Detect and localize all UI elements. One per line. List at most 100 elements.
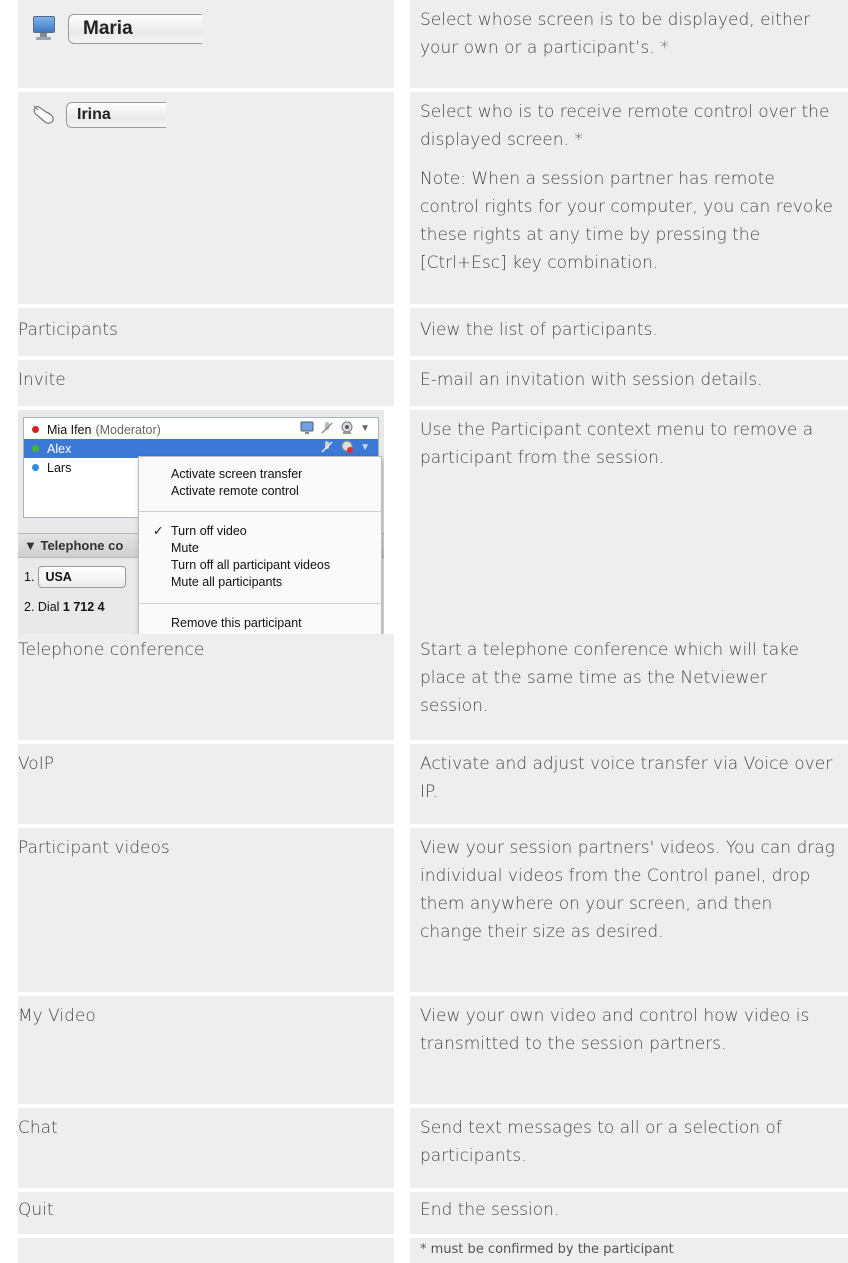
- cell-footnote-empty: [18, 1238, 394, 1263]
- participant-context-menu: Activate screen transfer Activate remote…: [138, 456, 382, 634]
- webcam-icon: [341, 421, 353, 434]
- menu-item-turn-off-video[interactable]: Turn off video: [171, 523, 247, 540]
- participants-label: Participants: [18, 320, 118, 340]
- cell-telephone-label: Telephone conference: [18, 634, 394, 740]
- chat-description: Send text messages to all or a selection…: [420, 1118, 782, 1166]
- telephone-step-1: 1. USA: [24, 566, 127, 588]
- cell-telephone-description: Start a telephone conference which will …: [410, 634, 848, 740]
- country-select[interactable]: USA: [38, 566, 127, 588]
- invite-description: E-mail an invitation with session detail…: [420, 370, 763, 390]
- cell-control-description: Select who is to receive remote control …: [410, 92, 848, 304]
- menu-item-remove-participant[interactable]: Remove this participant: [171, 615, 302, 632]
- row-footnote: * must be confirmed by the participant: [18, 1234, 848, 1263]
- row-screen-selector: Maria Select whose screen is to be displ…: [18, 0, 848, 88]
- cell-participant-videos-description: View your session partners' videos. You …: [410, 828, 848, 992]
- control-selector-value: Irina: [77, 106, 111, 123]
- voip-label: VoIP: [18, 754, 54, 774]
- row-telephone: Telephone conference Start a telephone c…: [18, 634, 848, 740]
- step-1-label: 1.: [24, 570, 35, 584]
- mic-off-icon: [321, 441, 333, 453]
- control-selector-description: Select who is to receive remote control …: [420, 102, 830, 150]
- mic-off-icon: [321, 422, 333, 434]
- cell-chat-description: Send text messages to all or a selection…: [410, 1108, 848, 1188]
- menu-item-activate-remote[interactable]: Activate remote control: [171, 483, 299, 500]
- quit-label: Quit: [18, 1200, 54, 1220]
- screen-selector-description: Select whose screen is to be displayed, …: [420, 10, 811, 58]
- telephone-description: Start a telephone conference which will …: [420, 640, 799, 716]
- cell-screen-description: Select whose screen is to be displayed, …: [410, 0, 848, 88]
- menu-item-mute-all[interactable]: Mute all participants: [171, 574, 282, 591]
- status-dot-blue-icon: [32, 464, 39, 471]
- chevron-down-icon: ▼: [360, 422, 370, 434]
- telephone-header-label: ▼ Telephone co: [24, 538, 124, 553]
- row-quit: Quit End the session.: [18, 1188, 848, 1234]
- cell-context-menu-description: Use the Participant context menu to remo…: [410, 410, 848, 634]
- participant-videos-description: View your session partners' videos. You …: [420, 838, 835, 942]
- screen-selector[interactable]: Maria: [32, 14, 202, 44]
- cell-participant-videos-label: Participant videos: [18, 828, 394, 992]
- row-participant-videos: Participant videos View your session par…: [18, 824, 848, 992]
- row-voip: VoIP Activate and adjust voice transfer …: [18, 740, 848, 824]
- invite-label: Invite: [18, 370, 66, 390]
- cell-invite-description: E-mail an invitation with session detail…: [410, 360, 848, 406]
- status-dot-red-icon: [32, 426, 39, 433]
- screen-icon: [300, 421, 314, 434]
- cell-participants-label: Participants: [18, 308, 394, 356]
- participant-role: (Moderator): [95, 422, 161, 437]
- cell-my-video-label: My Video: [18, 996, 394, 1104]
- menu-item-activate-screen[interactable]: Activate screen transfer: [171, 466, 302, 483]
- cell-context-menu-screenshot: Mia Ifen (Moderator) ▼ Alex ▼ Lars ▼ Tel…: [18, 410, 394, 634]
- participant-panel-screenshot: Mia Ifen (Moderator) ▼ Alex ▼ Lars ▼ Tel…: [18, 410, 384, 634]
- quit-description: End the session.: [420, 1200, 560, 1220]
- participants-description: View the list of participants.: [420, 320, 658, 340]
- participant-row[interactable]: Mia Ifen (Moderator) ▼: [24, 420, 378, 439]
- cell-quit-label: Quit: [18, 1192, 394, 1234]
- context-menu-description: Use the Participant context menu to remo…: [420, 420, 814, 468]
- participant-name: Lars: [47, 460, 72, 475]
- cell-screen-selector: Maria: [18, 0, 394, 88]
- cell-my-video-description: View your own video and control how vide…: [410, 996, 848, 1104]
- participant-videos-label: Participant videos: [18, 838, 170, 858]
- row-my-video: My Video View your own video and control…: [18, 992, 848, 1104]
- cell-quit-description: End the session.: [410, 1192, 848, 1234]
- cell-invite-label: Invite: [18, 360, 394, 406]
- control-selector-dropdown[interactable]: Irina: [66, 102, 166, 128]
- cell-participants-description: View the list of participants.: [410, 308, 848, 356]
- menu-separator: [139, 511, 381, 512]
- control-selector[interactable]: Irina: [32, 102, 166, 128]
- my-video-label: My Video: [18, 1006, 96, 1026]
- footnote: * must be confirmed by the participant: [420, 1242, 674, 1257]
- chat-label: Chat: [18, 1118, 58, 1138]
- country-value: USA: [45, 570, 72, 584]
- my-video-description: View your own video and control how vide…: [420, 1006, 810, 1054]
- mouse-icon: [33, 105, 54, 124]
- screen-selector-dropdown[interactable]: Maria: [68, 14, 202, 44]
- participant-name: Alex: [47, 441, 72, 456]
- ctrl-esc-note: Note: When a session partner has remote …: [420, 169, 833, 273]
- row-invite: Invite E-mail an invitation with session…: [18, 356, 848, 406]
- dial-prefix: 2. Dial: [24, 600, 63, 614]
- row-context-menu: Mia Ifen (Moderator) ▼ Alex ▼ Lars ▼ Tel…: [18, 406, 848, 634]
- cell-chat-label: Chat: [18, 1108, 394, 1188]
- participant-name: Mia Ifen: [47, 422, 92, 437]
- menu-item-turn-off-all-videos[interactable]: Turn off all participant videos: [171, 557, 330, 574]
- cell-footnote: * must be confirmed by the participant: [410, 1238, 848, 1263]
- row-chat: Chat Send text messages to all or a sele…: [18, 1104, 848, 1188]
- telephone-step-2: 2. Dial 1 712 4: [24, 600, 105, 614]
- checkmark-icon: ✓: [153, 524, 164, 538]
- status-dot-green-icon: [32, 445, 39, 452]
- voip-description: Activate and adjust voice transfer via V…: [420, 754, 833, 802]
- menu-separator: [139, 603, 381, 604]
- telephone-label: Telephone conference: [18, 640, 205, 660]
- chevron-down-icon: ▼: [360, 441, 370, 453]
- screen-selector-value: Maria: [83, 18, 133, 39]
- dial-number: 1 712 4: [62, 600, 105, 614]
- cell-voip-label: VoIP: [18, 744, 394, 824]
- menu-item-mute[interactable]: Mute: [171, 540, 199, 557]
- row-participants: Participants View the list of participan…: [18, 304, 848, 356]
- row-control-selector: Irina Select who is to receive remote co…: [18, 88, 848, 304]
- monitor-icon: [32, 16, 56, 42]
- cell-voip-description: Activate and adjust voice transfer via V…: [410, 744, 848, 824]
- webcam-off-icon: [341, 440, 354, 453]
- cell-control-selector: Irina: [18, 92, 394, 304]
